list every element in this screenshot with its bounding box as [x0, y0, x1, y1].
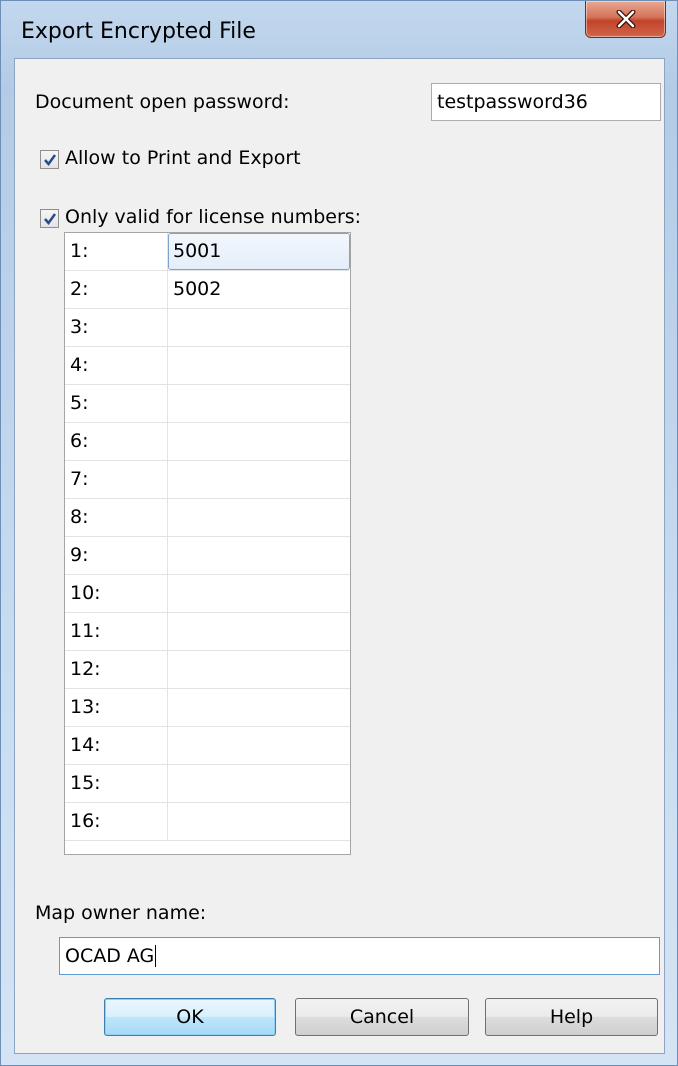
license-row-number: 14: [65, 727, 168, 764]
license-number-cell[interactable]: 5002 [168, 271, 350, 308]
license-number-cell[interactable] [168, 689, 350, 726]
title-bar[interactable]: Export Encrypted File [1, 1, 677, 57]
checkmark-icon [43, 153, 56, 166]
help-button[interactable]: Help [485, 998, 658, 1036]
license-row-number: 15: [65, 765, 168, 802]
license-row: 10: [65, 575, 350, 613]
license-row: 5: [65, 385, 350, 423]
license-row-number: 9: [65, 537, 168, 574]
license-number-cell[interactable]: 5001 [168, 233, 350, 270]
license-row: 6: [65, 423, 350, 461]
license-row: 3: [65, 309, 350, 347]
license-number-cell[interactable] [168, 537, 350, 574]
license-only-label[interactable]: Only valid for license numbers: [65, 206, 361, 228]
license-row: 8: [65, 499, 350, 537]
password-value: testpassword36 [437, 91, 588, 113]
license-row-number: 8: [65, 499, 168, 536]
license-row: 16: [65, 803, 350, 841]
license-number-cell[interactable] [168, 613, 350, 650]
license-number-cell[interactable] [168, 651, 350, 688]
license-number-cell[interactable] [168, 765, 350, 802]
license-row: 15: [65, 765, 350, 803]
license-number-cell[interactable] [168, 309, 350, 346]
owner-label: Map owner name: [35, 902, 207, 924]
license-row-number: 7: [65, 461, 168, 498]
license-numbers-grid[interactable]: 1: 5001 2: 5002 3: 4: 5: 6: 7: 8: 9: 10: 11: 12: 13: 14… [64, 232, 351, 855]
license-row: 9: [65, 537, 350, 575]
license-row: 7: [65, 461, 350, 499]
license-row: 4: [65, 347, 350, 385]
license-number-cell[interactable] [168, 575, 350, 612]
license-row-number: 1: [65, 233, 168, 270]
export-encrypted-file-dialog: Export Encrypted File Document open pass… [0, 0, 678, 1066]
password-label: Document open password: [35, 91, 290, 113]
text-caret [155, 945, 157, 967]
license-number-cell[interactable] [168, 803, 350, 840]
license-row: 11: [65, 613, 350, 651]
dialog-title: Export Encrypted File [21, 19, 256, 44]
license-number-cell[interactable] [168, 499, 350, 536]
license-row-number: 13: [65, 689, 168, 726]
cancel-button[interactable]: Cancel [295, 998, 469, 1036]
license-row-number: 6: [65, 423, 168, 460]
license-row-number: 2: [65, 271, 168, 308]
allow-print-label[interactable]: Allow to Print and Export [65, 147, 301, 169]
license-row-number: 4: [65, 347, 168, 384]
license-only-checkbox[interactable] [40, 209, 59, 228]
license-row-number: 12: [65, 651, 168, 688]
close-icon [616, 10, 635, 28]
license-row-number: 11: [65, 613, 168, 650]
license-row: 2: 5002 [65, 271, 350, 309]
owner-name-value: OCAD AG [65, 945, 155, 967]
close-button[interactable] [585, 1, 666, 38]
license-number-cell[interactable] [168, 385, 350, 422]
license-number-cell[interactable] [168, 461, 350, 498]
owner-name-input[interactable]: OCAD AG [59, 937, 660, 975]
license-number-cell[interactable] [168, 423, 350, 460]
license-number-cell[interactable] [168, 727, 350, 764]
dialog-client-area: Document open password: testpassword36 A… [14, 58, 665, 1054]
license-row: 1: 5001 [65, 233, 350, 271]
ok-button[interactable]: OK [104, 998, 276, 1036]
license-row-number: 10: [65, 575, 168, 612]
license-row-number: 16: [65, 803, 168, 840]
license-number-cell[interactable] [168, 347, 350, 384]
license-row: 14: [65, 727, 350, 765]
license-row-number: 5: [65, 385, 168, 422]
license-row-number: 3: [65, 309, 168, 346]
license-row: 12: [65, 651, 350, 689]
allow-print-checkbox[interactable] [40, 150, 59, 169]
checkmark-icon [43, 212, 56, 225]
license-row: 13: [65, 689, 350, 727]
password-input[interactable]: testpassword36 [431, 83, 661, 121]
